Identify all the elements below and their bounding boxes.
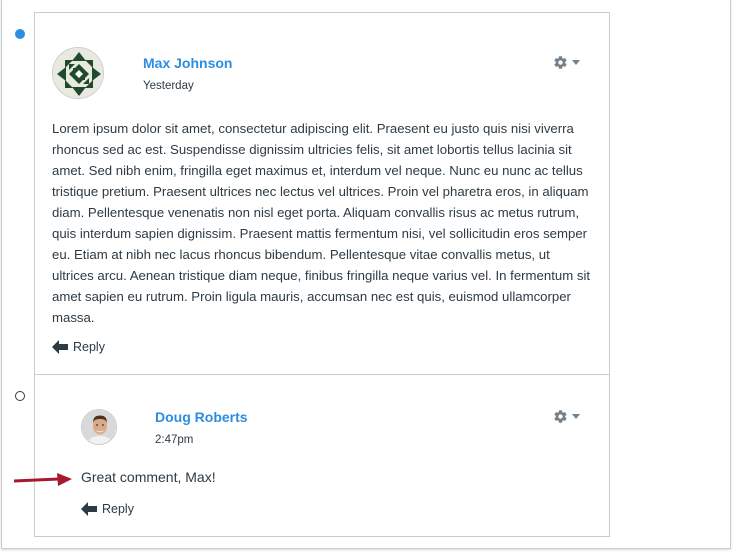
reply-arrow-icon — [52, 340, 68, 354]
chevron-down-icon — [572, 413, 580, 419]
reply-button[interactable]: Reply — [81, 502, 134, 516]
unread-indicator[interactable] — [15, 29, 25, 39]
gear-icon — [554, 409, 567, 423]
reply-message: Great comment, Max! — [81, 469, 216, 485]
post-message: Lorem ipsum dolor sit amet, consectetur … — [52, 121, 591, 325]
gear-icon — [554, 55, 567, 69]
reply-label: Reply — [73, 340, 105, 354]
reply-button[interactable]: Reply — [52, 340, 105, 354]
post-timestamp: Yesterday — [143, 80, 194, 92]
read-indicator[interactable] — [15, 391, 25, 401]
chevron-down-icon — [572, 59, 580, 65]
reply-label: Reply — [102, 502, 134, 516]
avatar-doug-roberts[interactable] — [81, 409, 117, 445]
avatar-max-johnson[interactable] — [52, 47, 104, 99]
reply-arrow-icon — [81, 502, 97, 516]
settings-menu-button[interactable] — [553, 54, 585, 70]
author-name-link[interactable]: Max Johnson — [143, 55, 232, 71]
discussion-thread: Max Johnson Yesterday Lorem ipsum dolor … — [34, 12, 610, 537]
settings-menu-button[interactable] — [553, 408, 585, 424]
post-timestamp: 2:47pm — [155, 434, 194, 446]
entry-divider — [35, 374, 609, 375]
red-arrow-icon — [14, 473, 72, 486]
author-name-link[interactable]: Doug Roberts — [155, 409, 248, 425]
